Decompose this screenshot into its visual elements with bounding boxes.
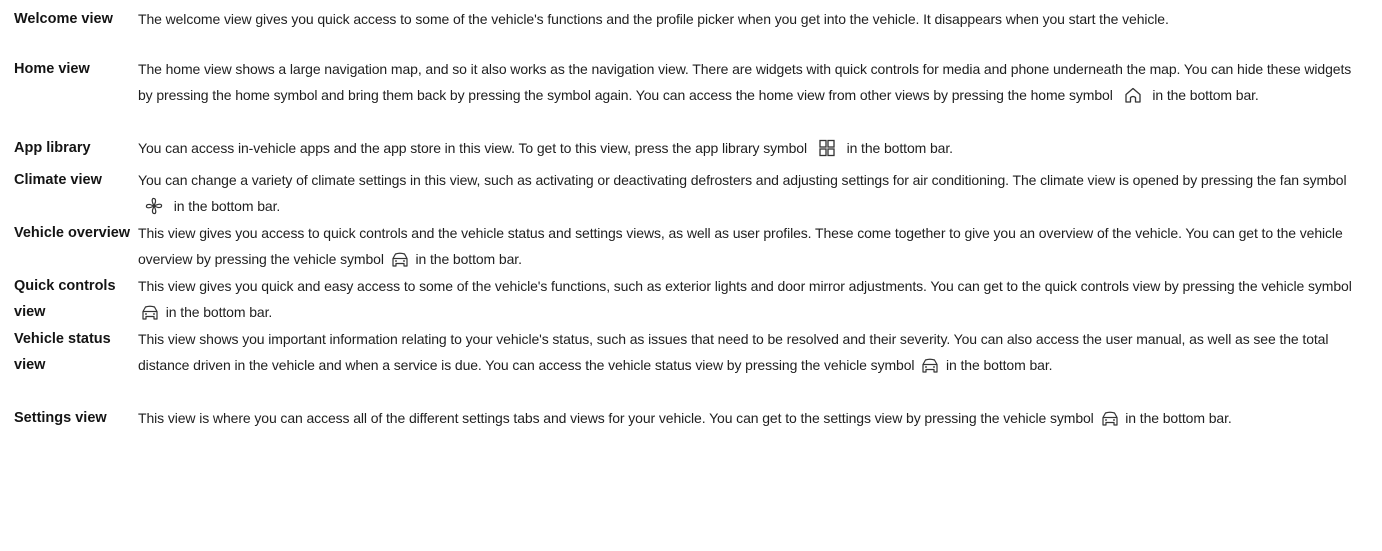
term-settings-view: Settings view xyxy=(14,410,107,426)
definition-row-quick-controls-view: Quick controls view This view gives you … xyxy=(0,273,1382,326)
definition-row-climate-view: Climate view You can change a variety of… xyxy=(0,167,1382,220)
term-quick-controls-view: Quick controls view xyxy=(14,278,116,320)
term-app-library: App library xyxy=(14,140,91,156)
term-welcome-view: Welcome view xyxy=(14,11,113,27)
vehicle-icon xyxy=(920,356,940,374)
vehicle-icon xyxy=(140,303,160,321)
desc-app-library: You can access in-vehicle apps and the a… xyxy=(138,135,1382,161)
definition-row-welcome-view: Welcome view The welcome view gives you … xyxy=(0,6,1382,56)
desc-climate-view-text: You can change a variety of climate sett… xyxy=(138,172,1347,188)
desc-vehicle-overview: This view gives you access to quick cont… xyxy=(138,220,1382,272)
desc-welcome-view: The welcome view gives you quick access … xyxy=(138,11,1169,27)
term-vehicle-status-view: Vehicle status view xyxy=(14,331,111,373)
desc-settings-view: This view is where you can access all of… xyxy=(138,405,1382,431)
desc-quick-controls-view: This view gives you quick and easy acces… xyxy=(138,273,1382,325)
vehicle-icon xyxy=(390,250,410,268)
term-climate-view: Climate view xyxy=(14,172,102,188)
desc-quick-controls-view-text-end: in the bottom bar. xyxy=(165,304,273,320)
desc-home-view: The home view shows a large navigation m… xyxy=(138,56,1382,108)
definition-row-app-library: App library You can access in-vehicle ap… xyxy=(0,135,1382,167)
desc-climate-view: You can change a variety of climate sett… xyxy=(138,167,1382,219)
desc-app-library-text: You can access in-vehicle apps and the a… xyxy=(138,140,807,156)
views-definition-table: Welcome view The welcome view gives you … xyxy=(0,0,1382,461)
desc-settings-view-text: This view is where you can access all of… xyxy=(138,410,1094,426)
term-home-view: Home view xyxy=(14,61,90,77)
desc-vehicle-status-view-text-end: in the bottom bar. xyxy=(946,357,1053,373)
definition-row-vehicle-status-view: Vehicle status view This view shows you … xyxy=(0,326,1382,405)
desc-vehicle-overview-text-end: in the bottom bar. xyxy=(415,251,522,267)
term-vehicle-overview: Vehicle overview xyxy=(14,225,131,241)
desc-app-library-text-end: in the bottom bar. xyxy=(846,140,953,156)
desc-home-view-text-end: in the bottom bar. xyxy=(1152,87,1259,103)
desc-settings-view-text-end: in the bottom bar. xyxy=(1125,410,1232,426)
definition-row-settings-view: Settings view This view is where you can… xyxy=(0,405,1382,461)
desc-quick-controls-view-text: This view gives you quick and easy acces… xyxy=(138,278,1352,294)
desc-climate-view-text-end: in the bottom bar. xyxy=(173,198,281,214)
definition-row-home-view: Home view The home view shows a large na… xyxy=(0,56,1382,135)
home-icon xyxy=(1123,86,1143,104)
fan-icon xyxy=(144,197,164,215)
desc-vehicle-status-view-text: This view shows you important informatio… xyxy=(138,331,1329,373)
desc-vehicle-status-view: This view shows you important informatio… xyxy=(138,326,1382,378)
vehicle-icon xyxy=(1100,409,1120,427)
desc-vehicle-overview-text: This view gives you access to quick cont… xyxy=(138,225,1343,267)
definition-row-vehicle-overview: Vehicle overview This view gives you acc… xyxy=(0,220,1382,273)
app-library-icon xyxy=(817,139,837,157)
